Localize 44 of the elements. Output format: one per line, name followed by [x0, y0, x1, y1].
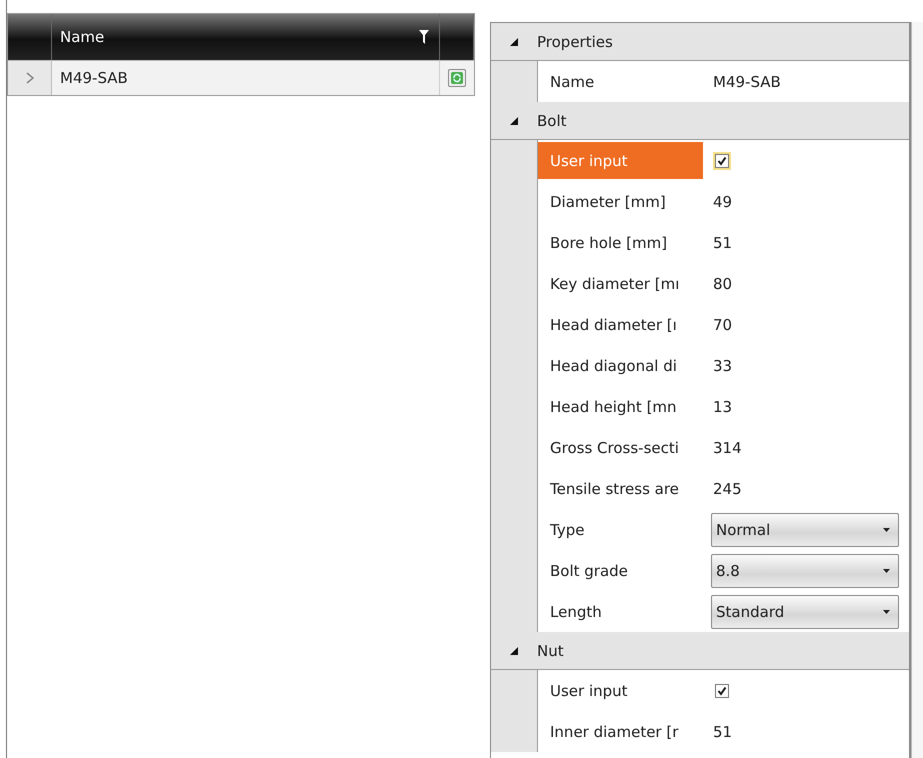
table-cell: M49-SAB [52, 61, 440, 95]
section-header: Properties [537, 32, 613, 50]
filter-icon[interactable] [419, 30, 429, 44]
property-label[interactable]: Head height [mn [538, 388, 703, 425]
property-value: 51 [713, 722, 732, 740]
scrollbar[interactable] [911, 22, 923, 758]
property-label[interactable]: Name [538, 63, 703, 100]
collapse-arrow-icon[interactable] [509, 36, 519, 46]
checkbox[interactable] [715, 154, 729, 168]
collapse-arrow-icon[interactable] [509, 116, 519, 126]
property-label[interactable]: Tensile stress are [538, 470, 703, 507]
property-value: 314 [713, 438, 742, 456]
property-value: 49 [713, 192, 732, 210]
property-label[interactable]: Bore hole [mm] [538, 224, 703, 261]
property-label[interactable]: Head diagonal di [538, 347, 703, 384]
property-label[interactable]: Key diameter [mı [538, 265, 703, 302]
property-label[interactable]: Diameter [mm] [538, 183, 703, 220]
dropdown[interactable]: 8.8 [711, 554, 899, 588]
collapse-arrow-icon[interactable] [509, 646, 519, 656]
property-value: 13 [713, 398, 732, 416]
caret-icon [883, 528, 890, 532]
column-header[interactable]: Name [60, 28, 104, 46]
caret-icon [883, 568, 890, 572]
property-label[interactable]: Bolt grade [538, 552, 703, 589]
section-header: Nut [537, 642, 564, 660]
property-value: M49-SAB [713, 72, 781, 90]
refresh-button[interactable] [448, 69, 466, 87]
property-value: 33 [713, 356, 732, 374]
section-header: Bolt [537, 112, 567, 130]
dropdown[interactable]: Normal [711, 512, 899, 546]
property-value: 245 [713, 480, 742, 498]
property-label[interactable]: User input [538, 672, 703, 709]
property-label[interactable]: Inner diameter [r [538, 713, 703, 750]
property-label[interactable]: Head diameter [ı [538, 306, 703, 343]
property-value: 51 [713, 234, 732, 252]
property-label[interactable]: Gross Cross-secti [538, 429, 703, 466]
property-label[interactable]: Length [538, 593, 703, 630]
caret-icon [883, 610, 890, 614]
checkbox[interactable] [715, 684, 729, 698]
property-value: 70 [713, 316, 732, 334]
dropdown[interactable]: Standard [711, 594, 899, 628]
property-label[interactable]: Type [538, 511, 703, 548]
row-chevron-icon [26, 72, 34, 84]
property-value: 80 [713, 274, 732, 292]
